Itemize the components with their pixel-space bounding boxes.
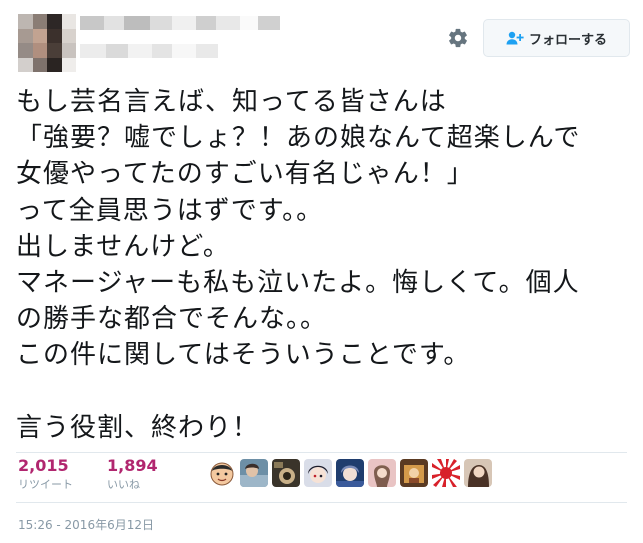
user-handle-blurred	[80, 44, 218, 58]
liker-avatar-4[interactable]	[304, 459, 332, 487]
liker-avatars	[208, 459, 496, 487]
user-name-blurred[interactable]	[80, 16, 280, 30]
liker-avatar-1[interactable]	[208, 459, 236, 487]
stats-divider-top	[16, 452, 627, 453]
retweet-count: 2,015	[18, 456, 69, 475]
retweet-label: リツイート	[18, 478, 73, 491]
follow-button-label: フォローする	[528, 32, 607, 48]
likes-stat[interactable]: 1,894 いいね	[107, 457, 158, 493]
user-avatar-blurred[interactable]	[18, 14, 76, 72]
likes-count: 1,894	[107, 456, 158, 475]
tweet-text: もし芸名言えば、知ってる皆さんは 「強要？嘘でしょ？！あの娘なんて超楽しんで 女…	[16, 87, 581, 443]
liker-avatar-6[interactable]	[368, 459, 396, 487]
gear-icon[interactable]	[447, 27, 469, 49]
stats-divider-bottom	[16, 502, 627, 503]
liker-avatar-9[interactable]	[464, 459, 492, 487]
liker-avatar-5[interactable]	[336, 459, 364, 487]
liker-avatar-3[interactable]	[272, 459, 300, 487]
liker-avatar-2[interactable]	[240, 459, 268, 487]
likes-label: いいね	[107, 478, 140, 491]
follow-button[interactable]: フォローする	[483, 19, 630, 57]
liker-avatar-7[interactable]	[400, 459, 428, 487]
retweet-stat[interactable]: 2,015 リツイート	[18, 457, 73, 493]
person-add-icon	[506, 31, 524, 45]
tweet-timestamp[interactable]: 15:26 - 2016年6月12日	[18, 516, 154, 533]
tweet-header: フォローする	[0, 0, 643, 80]
liker-avatar-8[interactable]	[432, 459, 460, 487]
